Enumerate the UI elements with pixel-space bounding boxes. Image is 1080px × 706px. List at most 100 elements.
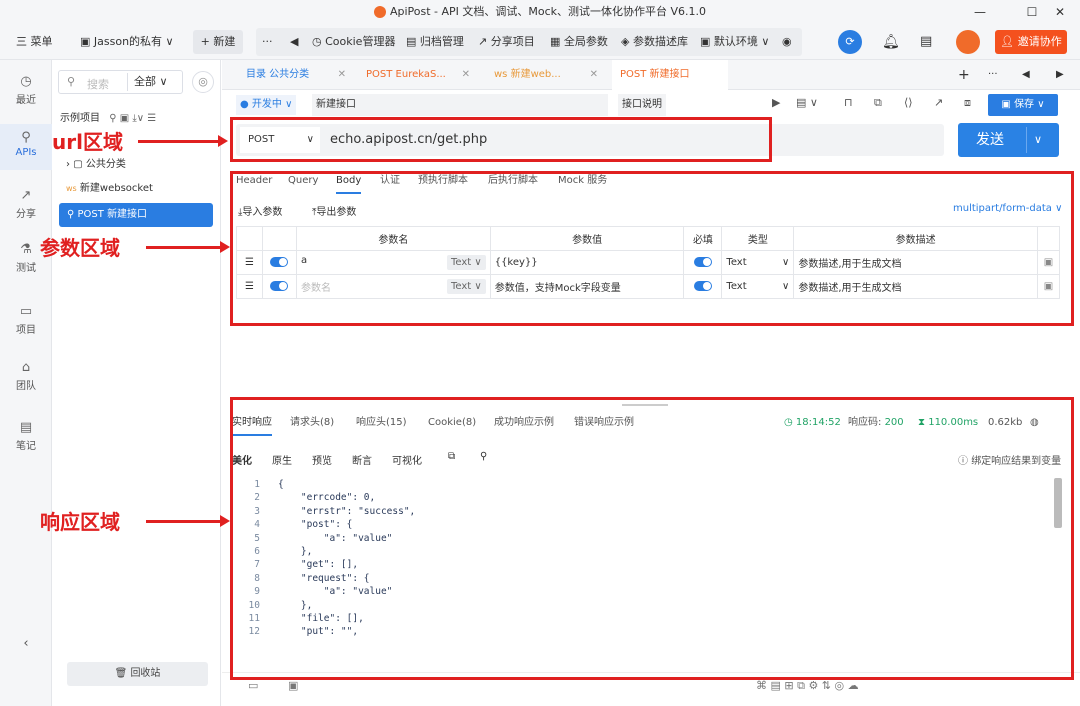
left-nav: ◷ 最近 ⚲ APIs ↗ 分享 ⚗ 测试 ▭ 项目 ⌂ 团队 ▤ 笔记 ‹	[0, 60, 52, 706]
nav-test-label: 测试	[16, 263, 36, 274]
sel-name: 新建接口	[107, 209, 148, 220]
top-toolbar: 三 菜单 ▣ Jasson的私有 ∨ + 新建 ··· ◀ ◷ Cookie管理…	[0, 24, 1080, 60]
share-project-button[interactable]: ↗ 分享项目	[478, 24, 535, 60]
response-region-box	[230, 397, 1074, 680]
ws-row[interactable]: ws 新建websocket	[66, 178, 153, 200]
share-label: 分享项目	[490, 35, 535, 48]
search-input[interactable]: ⚲ 搜索 全部 ∨	[58, 70, 183, 94]
run-icon[interactable]: ▶	[772, 96, 780, 109]
console-icon[interactable]: ▣	[288, 679, 298, 692]
api-name-input[interactable]: 新建接口	[312, 94, 608, 116]
sync-icon[interactable]: ⟳	[838, 30, 862, 54]
workspace-select[interactable]: ▣ Jasson的私有 ∨	[80, 24, 174, 60]
tree-item-selected[interactable]: ⚲ POST 新建接口	[59, 203, 213, 227]
minimize-icon[interactable]: —	[960, 0, 1000, 24]
close-icon[interactable]: ✕	[590, 60, 598, 90]
doc-icon[interactable]: ▤	[920, 24, 932, 60]
archive-manager-button[interactable]: ▤ 归档管理	[406, 24, 464, 60]
collapse-icon[interactable]: ‹	[0, 632, 52, 656]
env-select[interactable]: ▣ 默认环境 ∨	[700, 24, 769, 60]
recycle-bin-button[interactable]: 🗑︎ 回收站	[67, 662, 208, 686]
invite-button[interactable]: 👤︎ 邀请协作	[995, 30, 1067, 54]
send-divider	[1026, 127, 1027, 153]
workspace-icon: ▣	[80, 35, 94, 48]
nav-apis-label: APIs	[15, 147, 37, 158]
tab-new-api[interactable]: POST 新建接口	[612, 60, 728, 90]
chevron-down-icon[interactable]: ∨	[1034, 123, 1042, 157]
more-tabs-icon[interactable]: ···	[988, 60, 998, 90]
env-icon: ▣	[700, 35, 714, 48]
search-icon: ⚲	[67, 75, 76, 88]
url-annotation: url区域	[52, 130, 123, 154]
filter-label: 全部	[134, 75, 156, 88]
trash-icon: 🗑︎	[114, 668, 131, 679]
filter-select[interactable]: 全部 ∨	[127, 73, 179, 91]
tab-prev-icon[interactable]: ◀	[1022, 60, 1030, 90]
bell-icon[interactable]: 🔔︎	[882, 24, 900, 60]
copy-icon[interactable]: ⧉	[874, 96, 882, 110]
tab-bar: 目录 公共分类 ✕ POST EurekaS... ✕ ws 新建web... ✕ P…	[222, 60, 1080, 90]
lock-icon[interactable]: ⊓	[844, 96, 853, 109]
folder-label: 公共分类	[85, 159, 126, 170]
share-icon[interactable]: ↗	[934, 96, 943, 109]
scroll-left-icon[interactable]: ◀	[290, 24, 298, 60]
tab-label: POST EurekaS...	[366, 69, 446, 80]
nav-recent[interactable]: ◷ 最近	[0, 70, 52, 114]
export-icon[interactable]: ⧈	[964, 96, 971, 110]
avatar[interactable]	[956, 30, 980, 54]
doc-dropdown-icon[interactable]: ▤ ∨	[796, 96, 818, 109]
nav-team-label: 团队	[16, 381, 36, 392]
nav-share-label: 分享	[16, 209, 36, 220]
eye-icon[interactable]: ◉	[782, 24, 792, 60]
new-button[interactable]: + 新建	[193, 30, 243, 54]
project-name: 示例项目	[60, 113, 100, 124]
link-icon: ⚲	[67, 209, 78, 220]
response-arrow	[146, 515, 230, 527]
status-icons[interactable]: ⌘ ▤ ⊞ ⧉ ⚙ ⇅ ◎ ☁	[756, 679, 859, 693]
close-icon[interactable]: ✕	[462, 60, 470, 90]
more-icon[interactable]: ···	[262, 24, 273, 60]
tab-label: POST 新建接口	[620, 69, 690, 80]
api-desc-button[interactable]: 接口说明	[618, 94, 666, 116]
tab-websocket[interactable]: ws 新建web... ✕	[484, 60, 604, 90]
send-button[interactable]: 发送 ∨	[958, 123, 1059, 157]
nav-project[interactable]: ▭ 项目	[0, 300, 52, 344]
add-tab-icon[interactable]: +	[958, 60, 970, 90]
nav-apis[interactable]: ⚲ APIs	[0, 124, 52, 170]
save-icon: ▣	[1001, 99, 1015, 110]
tree-toolbar-icons[interactable]: ⚲ ▣ ⤓∨ ☰	[109, 113, 156, 124]
locate-icon[interactable]: ◎	[192, 71, 214, 93]
tab-eureka[interactable]: POST EurekaS... ✕	[356, 60, 476, 90]
tab-label: ws 新建web...	[494, 69, 561, 80]
layout-icon[interactable]: ▭	[248, 679, 258, 692]
team-icon: ⌂	[21, 360, 31, 375]
api-subbar: ● 开发中 ∨ 新建接口 接口说明 ▶ ▤ ∨ ⊓ ⧉ ⟨⟩ ↗ ⧈ ▣ 保存 …	[222, 90, 1080, 120]
folder-row[interactable]: › ▢ 公共分类	[66, 154, 126, 176]
nav-team[interactable]: ⌂ 团队	[0, 356, 52, 400]
tab-next-icon[interactable]: ▶	[1056, 60, 1064, 90]
param-desc-lib-button[interactable]: ◈ 参数描述库	[621, 24, 688, 60]
close-icon[interactable]: ✕	[1040, 0, 1080, 24]
ws-icon: ws	[66, 184, 77, 193]
tool-group: ··· ◀ ◷ Cookie管理器 ▤ 归档管理 ↗ 分享项目 ▦ 全局参数 ◈…	[256, 28, 802, 56]
window-title: ApiPost - API 文档、调试、Mock、测试一体化协作平台 V6.1.…	[389, 5, 707, 18]
url-region-box	[230, 117, 772, 162]
archive-label: 归档管理	[419, 35, 464, 48]
cookie-manager-button[interactable]: ◷ Cookie管理器	[312, 24, 395, 60]
archive-icon: ▤	[406, 35, 420, 48]
env-label: 默认环境	[713, 35, 758, 48]
share-icon: ↗	[20, 188, 32, 203]
nav-notes[interactable]: ▤ 笔记	[0, 416, 52, 460]
nav-share[interactable]: ↗ 分享	[0, 184, 52, 228]
params-icon: ▦	[550, 35, 564, 48]
env-status[interactable]: ● 开发中 ∨	[236, 95, 297, 115]
global-params-button[interactable]: ▦ 全局参数	[550, 24, 608, 60]
workspace-label: Jasson的私有	[93, 35, 163, 48]
code-icon[interactable]: ⟨⟩	[904, 96, 913, 109]
tab-category[interactable]: 目录 公共分类 ✕	[236, 60, 352, 90]
save-button[interactable]: ▣ 保存 ∨	[988, 94, 1058, 116]
send-label: 发送	[976, 132, 1004, 148]
folder-icon: ▢	[73, 159, 86, 170]
close-icon[interactable]: ✕	[338, 60, 346, 90]
menu-button[interactable]: 三 菜单	[16, 24, 53, 60]
